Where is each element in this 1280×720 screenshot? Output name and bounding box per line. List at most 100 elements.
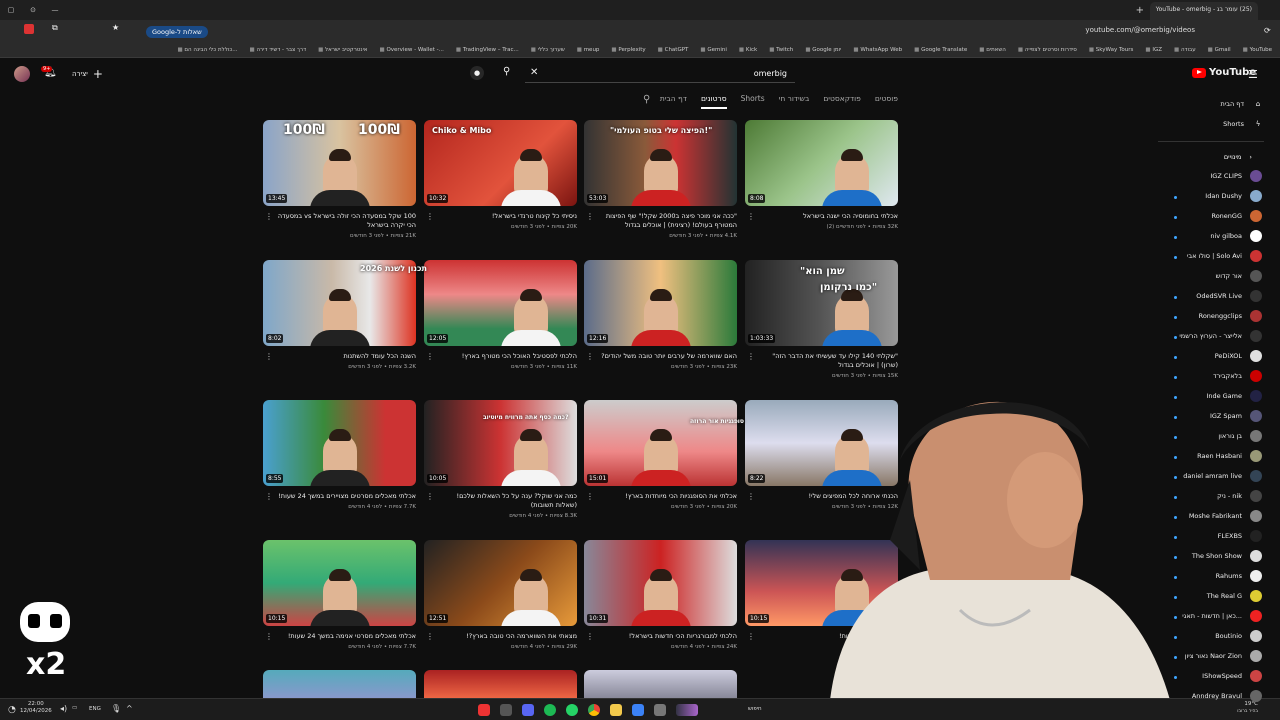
spotify-icon[interactable]	[544, 704, 556, 716]
video-thumbnail[interactable]: 8:55	[263, 400, 416, 486]
sidebar-subscription[interactable]: niv gilboa	[1210, 230, 1262, 242]
bookmark-item[interactable]: TradingView – Trac...	[456, 47, 519, 53]
bookmark-item[interactable]: Google יומן	[805, 47, 841, 53]
chrome-icon[interactable]	[588, 704, 600, 716]
channel-search-icon[interactable]: ⚲	[643, 94, 650, 105]
app-icon-thumb[interactable]	[676, 704, 698, 716]
more-actions-icon[interactable]: ⋮	[426, 632, 434, 641]
video-thumbnail[interactable]: 15:01	[584, 400, 737, 486]
sidebar-subscription[interactable]: Boutinio	[1215, 630, 1262, 642]
sidebar-subscription[interactable]: RonenGG	[1211, 210, 1262, 222]
sidebar-item-home[interactable]: ⌂ דף הבית	[1220, 98, 1264, 110]
more-actions-icon[interactable]: ⋮	[586, 632, 594, 641]
video-title[interactable]: אכלתי את הסופגניות הכי מיוחדות בארץ!	[584, 492, 737, 501]
search-input[interactable]: omerbig	[525, 65, 795, 83]
sidebar-subscription[interactable]: בלאקבירד	[1213, 370, 1262, 382]
video-title[interactable]: מצאתי את השווארמה הכי טובה בארץ?!	[424, 632, 577, 641]
video-title[interactable]: השנה הכל עומד להשתנות	[263, 352, 416, 361]
more-actions-icon[interactable]: ⋮	[586, 492, 594, 501]
search-chip[interactable]: Google-שאלות ל	[146, 26, 208, 38]
more-actions-icon[interactable]: ⋮	[586, 352, 594, 361]
sidebar-subscription[interactable]: Ronenggclips	[1199, 310, 1262, 322]
bookmark-item[interactable]: השאתים	[979, 47, 1006, 53]
sidebar-subscription[interactable]: FLEXBS	[1218, 530, 1262, 542]
bookmark-item[interactable]: אינטרקטיב ישראל	[318, 47, 367, 53]
back-tab-icon[interactable]: ⊙	[22, 6, 44, 14]
bookmark-item[interactable]: SkyWay Tours	[1089, 47, 1134, 53]
tab-3[interactable]: בשידור חי	[779, 94, 810, 109]
more-actions-icon[interactable]: ⋮	[426, 212, 434, 221]
video-card[interactable]: 8:08 ⋮ אכלתי בחומוסיה הכי ישנה בישראל 32K צ…	[745, 120, 898, 230]
video-card[interactable]: 10:31 ⋮ הלכתי למבורגריות הכי חדשות בישראל!…	[584, 540, 737, 650]
sidebar-subscription[interactable]: IGZ Spam	[1210, 410, 1262, 422]
minimize-icon[interactable]: —	[44, 6, 66, 14]
bookmark-star-icon[interactable]: ★	[112, 23, 119, 32]
video-thumbnail[interactable]: 8:08	[745, 120, 898, 206]
more-actions-icon[interactable]: ⋮	[265, 352, 273, 361]
video-card[interactable]: 12:16 ⋮ האם שווארמה של ערבים יותר טובה משל…	[584, 260, 737, 370]
app-icon-gray[interactable]	[654, 704, 666, 716]
video-thumbnail-partial[interactable]	[584, 670, 737, 698]
app-icon-red[interactable]	[478, 704, 490, 716]
weather-widget[interactable]: 19°C בהיר ברובו	[1228, 701, 1258, 715]
video-title[interactable]: הלכתי לפסטיבל האוכל הכי מטורף בארץ!	[424, 352, 577, 361]
video-card[interactable]: 8:55 ⋮ אכלתי מאכלים מסרטים מצויירים במשך 2…	[263, 400, 416, 510]
subscriptions-header[interactable]: מינויים ›	[1224, 153, 1252, 161]
sidebar-subscription[interactable]: Inde Game	[1206, 390, 1262, 402]
search-icon[interactable]: ⚲	[503, 66, 510, 77]
video-title[interactable]: אכלתי בחומוסיה הכי ישנה בישראל	[745, 212, 898, 221]
window-menu-icon[interactable]: ▢	[0, 6, 22, 14]
new-tab-button[interactable]: +	[1136, 5, 1144, 16]
discord-icon[interactable]	[522, 704, 534, 716]
more-actions-icon[interactable]: ⋮	[265, 632, 273, 641]
video-title[interactable]: "שקלתי 140 קילו עד שעשיתי את הדבר הזה" (…	[745, 352, 898, 370]
bookmark-item[interactable]: meup	[577, 47, 600, 53]
video-card[interactable]: 1:03:33 ⋮ "שקלתי 140 קילו עד שעשיתי את הדב…	[745, 260, 898, 379]
sidebar-subscription[interactable]: The Shon Show	[1192, 550, 1262, 562]
sidebar-subscription[interactable]: Idan Dushy	[1205, 190, 1262, 202]
volume-icon[interactable]: ◂)	[60, 704, 67, 713]
more-actions-icon[interactable]: ⋮	[426, 352, 434, 361]
more-actions-icon[interactable]: ⋮	[586, 212, 594, 221]
tab-2[interactable]: Shorts	[741, 94, 765, 109]
video-card[interactable]: 15:01 ⋮ אכלתי את הסופגניות הכי מיוחדות באר…	[584, 400, 737, 510]
reload-icon[interactable]: ⟳	[1264, 26, 1271, 35]
mic-icon[interactable]: ●	[470, 66, 484, 80]
youtube-logo[interactable]: YouTube	[1192, 67, 1256, 78]
battery-icon[interactable]: ▭	[72, 705, 77, 711]
sidebar-subscription[interactable]: daniel amram live	[1183, 470, 1262, 482]
sidebar-subscription[interactable]: אור קדוש	[1216, 270, 1262, 282]
extension-icon[interactable]	[24, 24, 34, 34]
sidebar-subscription[interactable]: Anndrey Bravul	[1192, 690, 1262, 702]
tray-expand-icon[interactable]: ^	[126, 704, 133, 713]
video-title[interactable]: ניסיתי כל קינוח טרנדי בישראל!	[424, 212, 577, 221]
sidebar-item-shorts[interactable]: ϟ Shorts	[1223, 118, 1264, 130]
video-card[interactable]: 12:05 ⋮ הלכתי לפסטיבל האוכל הכי מטורף בארץ…	[424, 260, 577, 370]
url-field[interactable]: youtube.com/@omerbig/videos	[1085, 26, 1195, 34]
create-button[interactable]: יצירה +	[72, 67, 103, 81]
bookmark-item[interactable]: Gemini	[700, 47, 727, 53]
bookmark-item[interactable]: YouTube	[1243, 47, 1272, 53]
input-language[interactable]: ENG	[89, 706, 101, 712]
video-title[interactable]: האם שווארמה של ערבים יותר טובה משל יהודי…	[584, 352, 737, 361]
sidebar-subscription[interactable]: The Real G	[1207, 590, 1262, 602]
tab-1[interactable]: סרטונים	[700, 94, 727, 109]
video-title[interactable]: 100 שקל במסעדה הכי זולה בישראל vs במסעדה…	[263, 212, 416, 230]
clock[interactable]: 22:00 12/04/2026	[20, 701, 52, 715]
video-card[interactable]: 8:02 ⋮ השנה הכל עומד להשתנות 3.2K צפיות • ל…	[263, 260, 416, 370]
more-actions-icon[interactable]: ⋮	[747, 492, 755, 501]
mic-tray-icon[interactable]: 🎙︎	[111, 704, 121, 713]
sidebar-subscription[interactable]: בן גוראון	[1218, 430, 1262, 442]
sidebar-subscription[interactable]: כאן | חדשות - תאגי...	[1182, 610, 1262, 622]
video-card[interactable]: 10:32 ⋮ ניסיתי כל קינוח טרנדי בישראל! 20K צ…	[424, 120, 577, 230]
video-thumbnail[interactable]: 12:16	[584, 260, 737, 346]
bookmark-item[interactable]: Gmail	[1208, 47, 1231, 53]
more-actions-icon[interactable]: ⋮	[265, 492, 273, 501]
video-title[interactable]: הלכתי למבורגריות הכי חדשות בישראל!	[584, 632, 737, 641]
video-thumbnail[interactable]: 10:31	[584, 540, 737, 626]
bookmark-item[interactable]: דרך צבר - דשיד דירה	[249, 47, 306, 53]
tab-5[interactable]: פוסטים	[875, 94, 898, 109]
video-card[interactable]: 12:51 ⋮ מצאתי את השווארמה הכי טובה בארץ?! 2…	[424, 540, 577, 650]
tab-4[interactable]: פודקאסטים	[823, 94, 861, 109]
video-thumbnail-partial[interactable]	[263, 670, 416, 698]
